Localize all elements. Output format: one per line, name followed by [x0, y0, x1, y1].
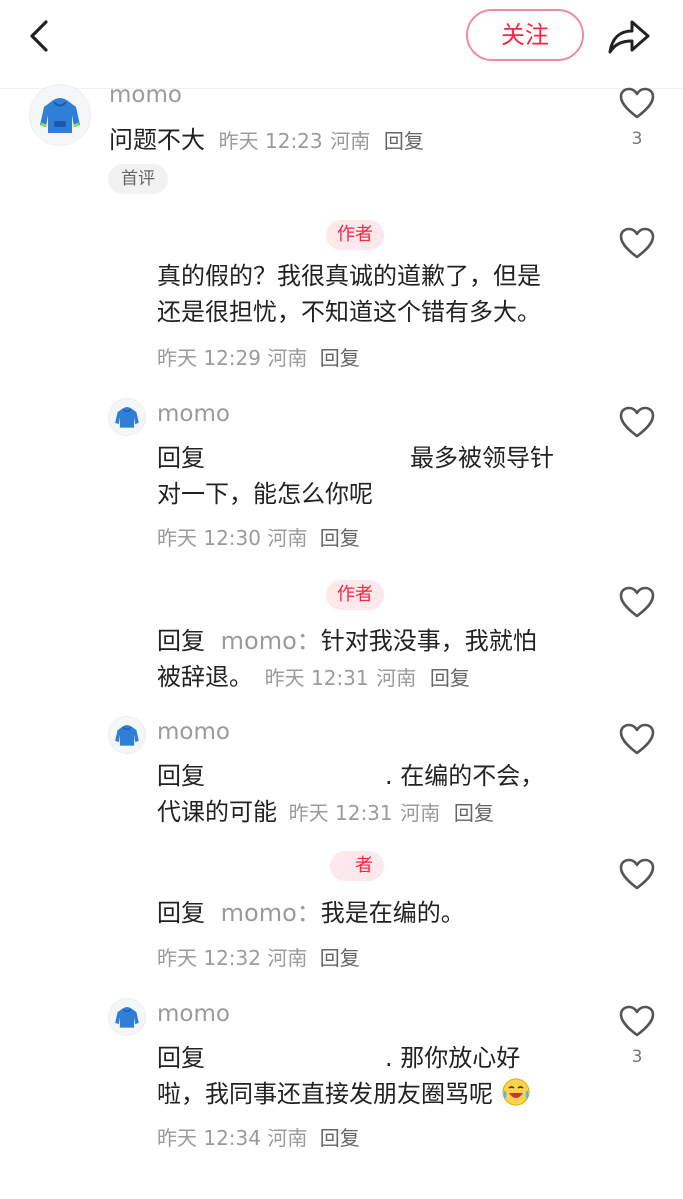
like-heart-icon[interactable]	[619, 406, 655, 438]
reply-location: 河南	[267, 526, 308, 550]
reply-button[interactable]: 回复	[320, 1126, 360, 1150]
like-heart-icon[interactable]	[619, 227, 655, 259]
like-heart-icon[interactable]	[619, 87, 655, 119]
reply-time: 昨天 12:31	[288, 801, 393, 825]
avatar[interactable]	[108, 716, 146, 754]
reply-to-user[interactable]: momo：	[221, 627, 321, 655]
reply-meta: 昨天 12:34 河南 回复	[157, 1122, 360, 1151]
reply-location: 河南	[267, 346, 308, 370]
reply-line: . 在编的不会，	[385, 762, 545, 790]
reply-time: 昨天 12:31	[264, 666, 369, 690]
like-heart-icon[interactable]	[619, 586, 655, 618]
reply-location: 河南	[267, 946, 308, 970]
hoodie-avatar-icon	[115, 724, 139, 746]
reply-line: 对一下，能怎么你呢	[157, 480, 373, 508]
reply-line: 真的假的？我很真诚的道歉了，但是	[157, 262, 541, 290]
hoodie-avatar-icon	[40, 98, 80, 133]
reply-username[interactable]: momo	[157, 719, 230, 745]
comment-body: 问题不大	[109, 126, 205, 154]
reply-line: 被辞退。	[157, 663, 253, 691]
avatar[interactable]	[108, 398, 146, 436]
reply-text: 回复 最多被领导针 对一下，能怎么你呢	[157, 440, 587, 512]
reply-text: 回复 . 在编的不会， 代课的可能 昨天 12:31 河南 回复	[157, 758, 597, 831]
reply-username[interactable]: momo	[157, 1001, 230, 1027]
author-badge: 作者	[326, 580, 384, 610]
reply-text: 回复 momo：针对我没事，我就怕 被辞退。 昨天 12:31 河南 回复	[157, 623, 597, 696]
top-bar: 关注	[0, 0, 683, 89]
hoodie-avatar-icon	[115, 1006, 139, 1028]
reply-prefix: 回复	[157, 627, 205, 655]
like-heart-icon[interactable]	[619, 723, 655, 755]
reply-location: 河南	[267, 1126, 308, 1150]
like-count: 3	[631, 1047, 643, 1067]
reply-prefix: 回复	[157, 762, 205, 790]
reply-line: . 那你放心好	[385, 1044, 521, 1072]
reply-time: 昨天 12:34	[157, 1126, 261, 1150]
avatar[interactable]	[108, 998, 146, 1036]
reply-time: 昨天 12:30	[157, 526, 261, 550]
reply-location: 河南	[400, 801, 441, 825]
reply-meta: 昨天 12:32 河南 回复	[157, 942, 360, 971]
reply-prefix: 回复	[157, 1044, 205, 1072]
reply-button[interactable]: 回复	[320, 346, 360, 370]
hoodie-avatar-icon	[115, 406, 139, 428]
reply-button[interactable]: 回复	[320, 526, 360, 550]
reply-line: 最多被领导针	[410, 444, 554, 472]
reply-text: 真的假的？我很真诚的道歉了，但是 还是很担忧，不知道这个错有多大。	[157, 258, 541, 330]
author-badge-label: 者	[355, 855, 373, 876]
reply-to-user[interactable]: momo：	[221, 899, 321, 927]
reply-prefix: 回复	[157, 444, 205, 472]
reply-prefix: 回复	[157, 899, 205, 927]
reply-button[interactable]: 回复	[454, 801, 494, 825]
reply-username[interactable]: momo	[157, 401, 230, 427]
like-count: 3	[631, 129, 643, 149]
reply-line: 还是很担忧，不知道这个错有多大。	[157, 298, 541, 326]
first-comment-badge: 首评	[108, 164, 168, 194]
author-badge: 作者	[326, 220, 384, 250]
author-badge: 者	[330, 851, 384, 881]
comment-reply-button[interactable]: 回复	[384, 129, 424, 153]
reply-text: 回复 . 那你放心好 啦，我同事还直接发朋友圈骂呢	[157, 1040, 597, 1117]
reply-text: 回复 momo：我是在编的。	[157, 895, 597, 931]
reply-location: 河南	[376, 666, 417, 690]
reply-button[interactable]: 回复	[430, 666, 470, 690]
reply-time: 昨天 12:32	[157, 946, 261, 970]
like-heart-icon[interactable]	[619, 1005, 655, 1037]
reply-meta: 昨天 12:29 河南 回复	[157, 342, 360, 371]
avatar[interactable]	[29, 84, 91, 146]
comment-location: 河南	[330, 129, 371, 153]
reply-line: 针对我没事，我就怕	[320, 627, 537, 655]
reply-line: 啦，我同事还直接发朋友圈骂呢	[157, 1080, 493, 1108]
comment-username[interactable]: momo	[109, 82, 182, 108]
follow-button[interactable]: 关注	[466, 9, 584, 61]
comment-text: 问题不大 昨天 12:23 河南 回复	[109, 122, 424, 159]
share-icon[interactable]	[604, 14, 652, 58]
back-arrow-icon[interactable]	[22, 18, 58, 54]
comment-time: 昨天 12:23	[218, 129, 323, 153]
reply-line: 我是在编的。	[320, 899, 465, 927]
reply-line: 代课的可能	[157, 798, 277, 826]
crying-laughing-emoji-icon	[501, 1077, 531, 1117]
reply-button[interactable]: 回复	[320, 946, 360, 970]
reply-meta: 昨天 12:30 河南 回复	[157, 522, 360, 551]
reply-time: 昨天 12:29	[157, 346, 261, 370]
like-heart-icon[interactable]	[619, 858, 655, 890]
